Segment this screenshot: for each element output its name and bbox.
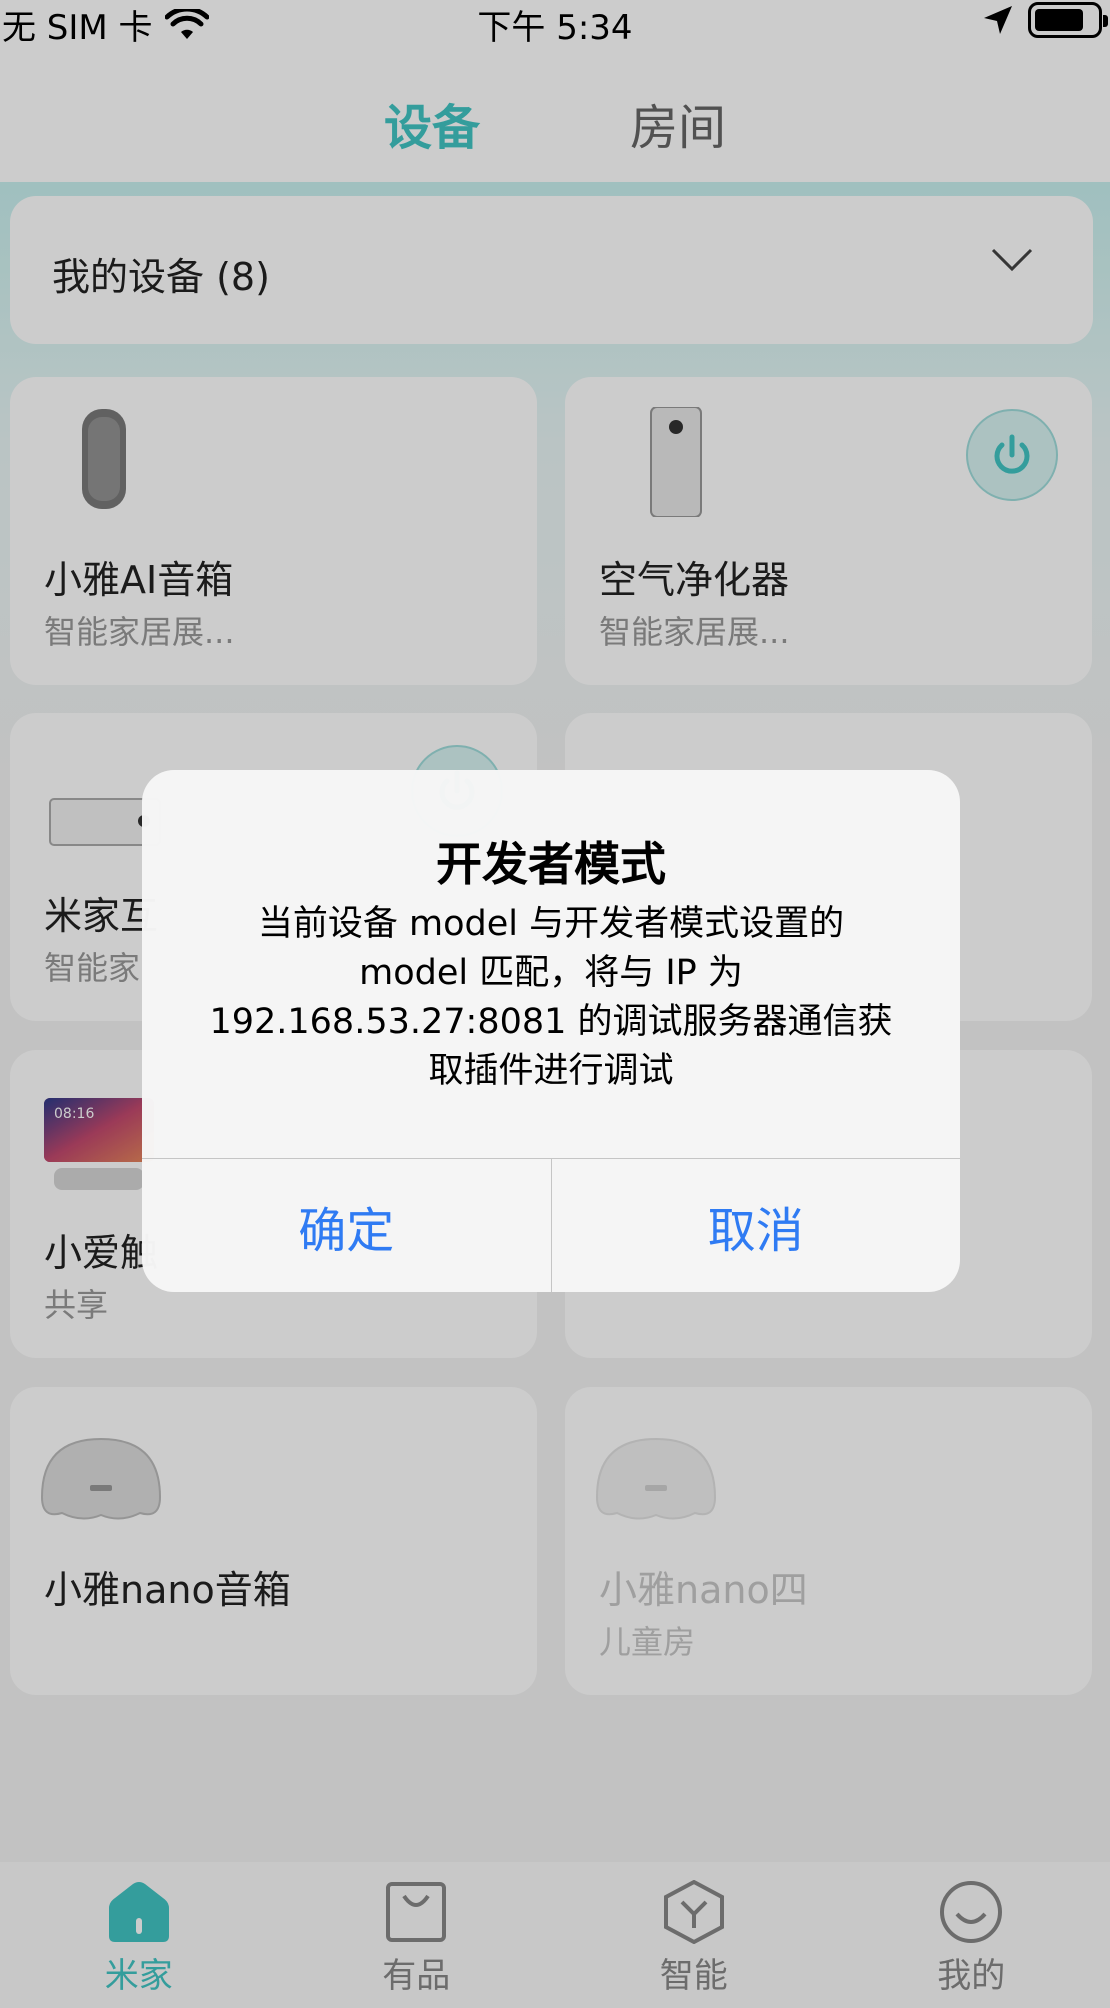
confirm-button[interactable]: 确定 (142, 1159, 551, 1292)
dialog-message: 当前设备 model 与开发者模式设置的 model 匹配，将与 IP 为 19… (209, 904, 893, 1091)
dialog-title: 开发者模式 (436, 837, 666, 891)
developer-mode-dialog: 开发者模式 当前设备 model 与开发者模式设置的 model 匹配，将与 I… (142, 770, 960, 1292)
cancel-button[interactable]: 取消 (550, 1159, 961, 1292)
dialog-buttons: 确定 取消 (142, 1158, 960, 1292)
